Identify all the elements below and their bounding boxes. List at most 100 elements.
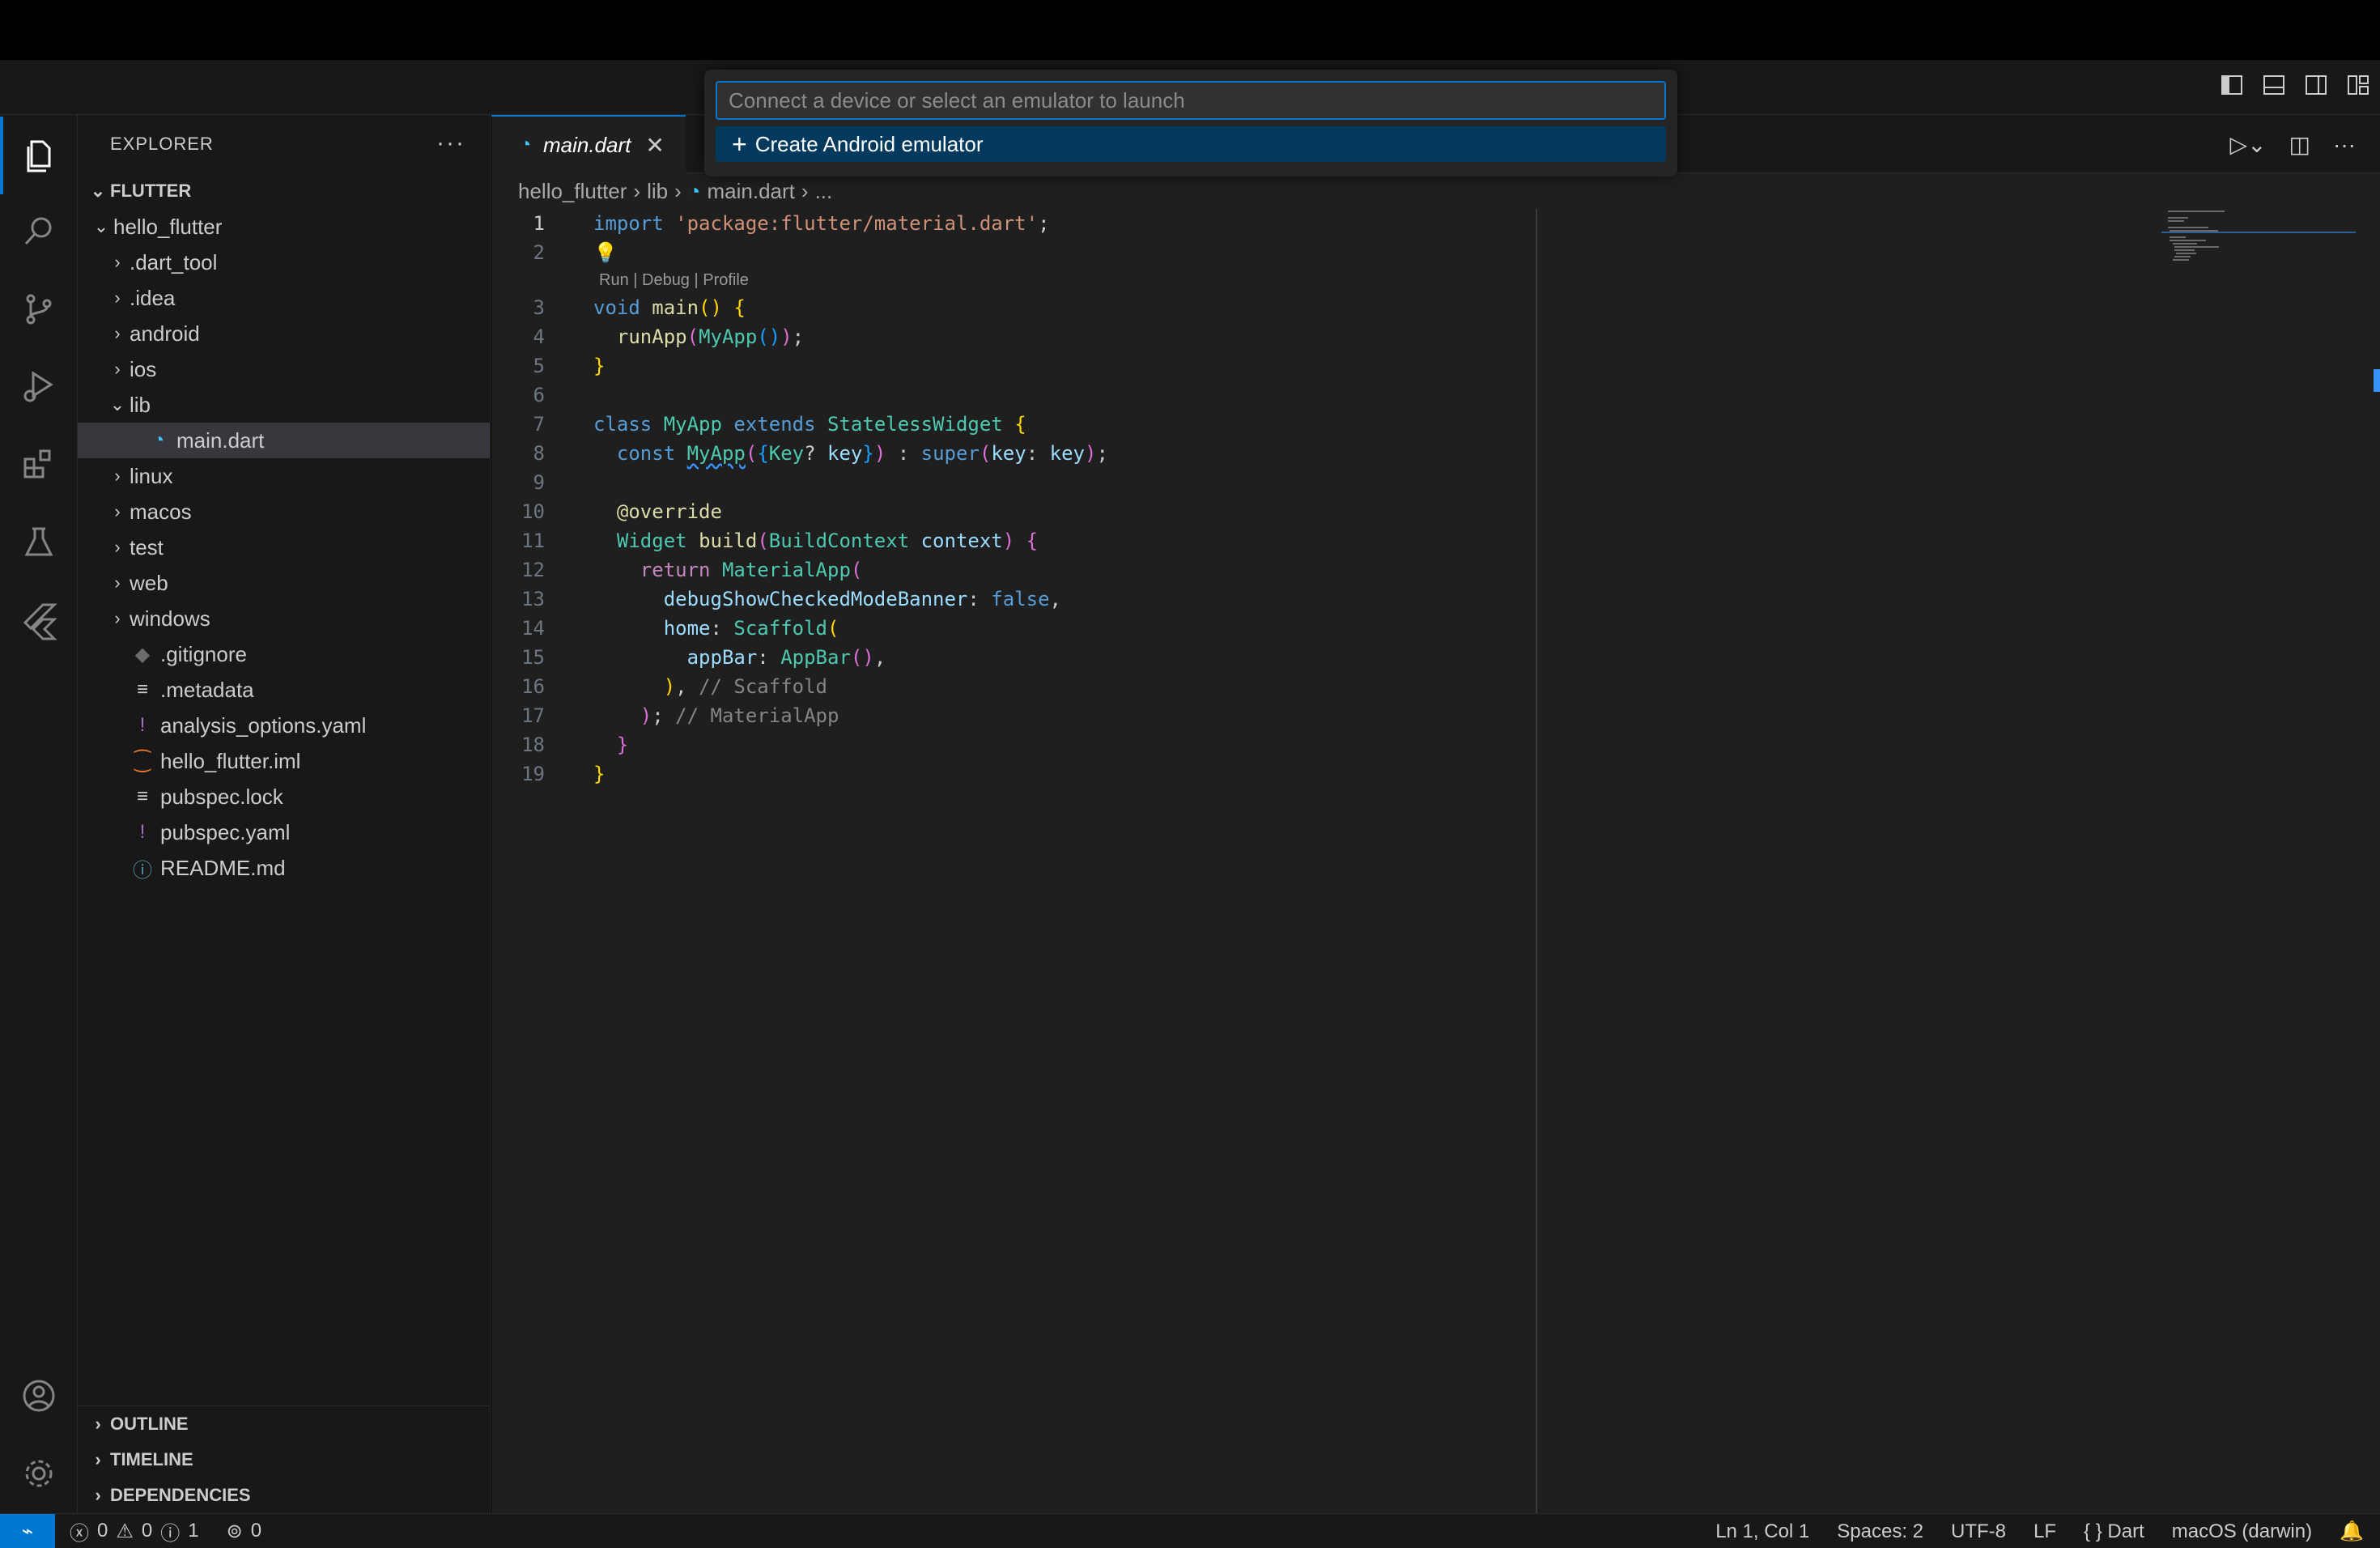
collapsed-sections: › OUTLINE › TIMELINE › DEPENDENCIES xyxy=(78,1406,491,1513)
tree-folder[interactable]: › .dart_tool xyxy=(78,245,490,280)
indentation[interactable]: Spaces: 2 xyxy=(1837,1520,1923,1543)
chevron-right-icon: › xyxy=(95,1449,101,1469)
chevron-right-icon: › xyxy=(95,1485,101,1505)
run-debug-activity[interactable] xyxy=(0,348,78,426)
tab-label: main.dart xyxy=(543,132,631,157)
tab-main-dart[interactable]: ◔ main.dart ✕ xyxy=(491,115,686,173)
tree-item-label: macos xyxy=(130,499,192,524)
braces-icon: { } xyxy=(2084,1520,2102,1542)
flutter-activity[interactable] xyxy=(0,581,78,659)
layout-controls xyxy=(2220,73,2370,97)
chevron-right-icon: › xyxy=(114,608,121,628)
tree-file[interactable]: ! pubspec.yaml xyxy=(78,814,490,850)
toggle-secondary-sidebar-icon[interactable] xyxy=(2304,73,2328,97)
remote-indicator-icon[interactable]: ⌁ xyxy=(0,1513,55,1548)
tree-file[interactable]: ≡ .metadata xyxy=(78,672,490,708)
editor-actions: ▷⌄ ◫ ··· xyxy=(2230,131,2356,158)
search-activity[interactable] xyxy=(0,193,78,270)
customize-layout-icon[interactable] xyxy=(2346,73,2370,97)
line-number: 12 xyxy=(521,559,545,581)
code-line: 14 home: Scaffold( xyxy=(491,614,1536,643)
run-debug-dropdown-icon[interactable]: ▷⌄ xyxy=(2230,131,2267,158)
line-number: 1 xyxy=(533,212,545,235)
cursor-position[interactable]: Ln 1, Col 1 xyxy=(1715,1520,1809,1543)
testing-activity[interactable] xyxy=(0,504,78,581)
dependencies-section[interactable]: › DEPENDENCIES xyxy=(78,1478,491,1513)
breadcrumb-folder[interactable]: hello_flutter xyxy=(518,179,627,204)
tree-folder[interactable]: ⌄ lib xyxy=(78,387,490,423)
tree-folder[interactable]: › .idea xyxy=(78,280,490,316)
tree-file[interactable]: ◆ .gitignore xyxy=(78,636,490,672)
tree-item-label: pubspec.lock xyxy=(160,784,283,809)
plus-icon: + xyxy=(732,129,747,159)
extensions-activity[interactable] xyxy=(0,426,78,504)
timeline-section[interactable]: › TIMELINE xyxy=(78,1442,491,1478)
account-icon xyxy=(23,1380,55,1412)
encoding[interactable]: UTF-8 xyxy=(1951,1520,2006,1543)
breadcrumb-separator-icon: › xyxy=(674,178,682,203)
tree-folder[interactable]: › android xyxy=(78,316,490,351)
explorer-activity[interactable] xyxy=(0,117,78,194)
code-line: 8 const MyApp({Key? key}) : super(key: k… xyxy=(491,439,1536,468)
tree-folder[interactable]: ⌄ hello_flutter xyxy=(78,209,490,245)
chevron-right-icon: › xyxy=(114,537,121,557)
tree-file[interactable]: ⓘ README.md xyxy=(78,850,490,886)
split-editor-icon[interactable]: ◫ xyxy=(2289,131,2310,158)
tree-folder[interactable]: › ios xyxy=(78,351,490,387)
code-line: 13 debugShowCheckedModeBanner: false, xyxy=(491,585,1536,614)
more-actions-icon[interactable]: ··· xyxy=(436,130,465,157)
tree-file[interactable]: ◔ main.dart xyxy=(78,423,490,458)
close-icon[interactable]: ✕ xyxy=(645,132,664,159)
line-number: 6 xyxy=(533,384,545,406)
code-line: 9 xyxy=(491,468,1536,497)
language-mode[interactable]: { } Dart xyxy=(2084,1520,2144,1543)
tree-item-label: .gitignore xyxy=(160,641,247,666)
codelens-run-debug-profile[interactable]: Run | Debug | Profile xyxy=(491,267,1536,293)
code-editor[interactable]: 1 import 'package:flutter/material.dart';… xyxy=(491,209,1536,789)
tree-folder[interactable]: › macos xyxy=(78,494,490,529)
tree-file[interactable]: ! analysis_options.yaml xyxy=(78,708,490,743)
ports-icon: ⊚ xyxy=(226,1520,243,1542)
workspace-section[interactable]: ⌄ FLUTTER xyxy=(78,173,490,209)
line-number: 17 xyxy=(521,704,545,727)
code-line: 15 appBar: AppBar(), xyxy=(491,643,1536,672)
create-android-emulator-option[interactable]: + Create Android emulator xyxy=(716,126,1666,162)
minimap[interactable] xyxy=(2161,209,2356,290)
files-icon xyxy=(27,140,51,172)
line-number: 5 xyxy=(533,355,545,377)
quick-pick-input[interactable] xyxy=(716,81,1666,120)
breadcrumb-lib[interactable]: lib xyxy=(647,179,668,204)
dart-icon: ◔ xyxy=(152,429,165,451)
error-icon: ⓧ xyxy=(70,1522,89,1545)
source-control-activity[interactable] xyxy=(0,270,78,348)
toggle-panel-icon[interactable] xyxy=(2262,73,2286,97)
tree-folder[interactable]: › test xyxy=(78,529,490,565)
tree-item-label: README.md xyxy=(160,855,286,880)
problems-indicator[interactable]: ⓧ 0 ⚠ 0 ⓘ 1 ⊚ 0 xyxy=(70,1517,261,1546)
manage-activity[interactable] xyxy=(0,1435,78,1512)
line-number: 15 xyxy=(521,646,545,669)
chevron-down-icon: ⌄ xyxy=(109,394,125,415)
outline-section[interactable]: › OUTLINE xyxy=(78,1406,491,1442)
toggle-primary-sidebar-icon[interactable] xyxy=(2220,73,2244,97)
tree-item-label: main.dart xyxy=(176,427,265,453)
accounts-activity[interactable] xyxy=(0,1357,78,1435)
device-selector[interactable]: macOS (darwin) xyxy=(2172,1520,2312,1543)
more-editor-actions-icon[interactable]: ··· xyxy=(2333,132,2356,158)
breadcrumb-file[interactable]: main.dart xyxy=(708,179,795,204)
file-tree: ⌄ hello_flutter › .dart_tool › .idea › android ›… xyxy=(78,209,490,886)
tree-folder[interactable]: › web xyxy=(78,565,490,601)
tree-folder[interactable]: › windows xyxy=(78,601,490,636)
bell-icon[interactable]: 🔔 xyxy=(2340,1520,2364,1543)
editor-ruler xyxy=(1536,209,1537,1513)
lightbulb-icon[interactable]: 💡 xyxy=(593,241,618,264)
info-icon: ⓘ xyxy=(160,1522,181,1545)
breadcrumb-separator-icon: › xyxy=(633,178,641,203)
tree-item-label: .metadata xyxy=(160,677,254,702)
breadcrumb-symbol[interactable]: ... xyxy=(815,179,833,204)
tree-file[interactable]: ⁐ hello_flutter.iml xyxy=(78,743,490,779)
chevron-right-icon: › xyxy=(114,359,121,379)
tree-folder[interactable]: › linux xyxy=(78,458,490,494)
end-of-line[interactable]: LF xyxy=(2034,1520,2056,1543)
tree-file[interactable]: ≡ pubspec.lock xyxy=(78,779,490,814)
